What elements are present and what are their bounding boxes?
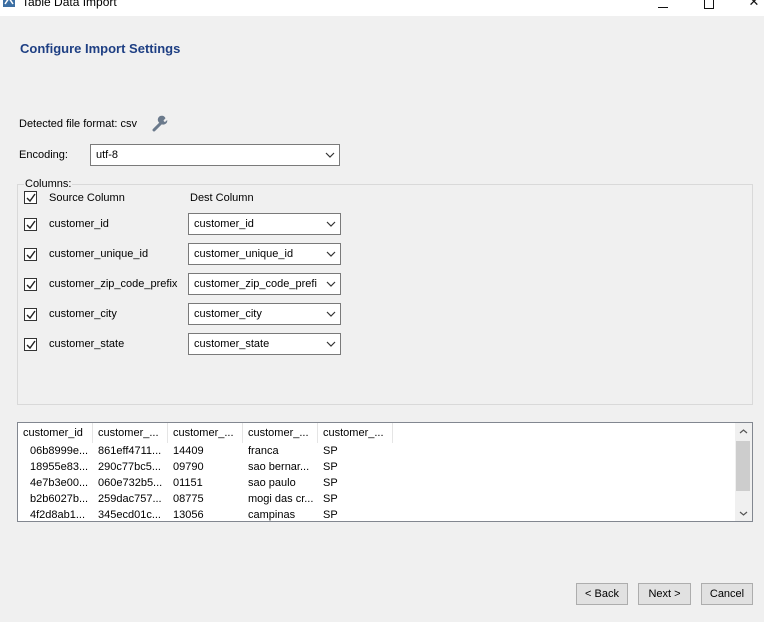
preview-cell: 09790 — [173, 461, 204, 473]
encoding-label: Encoding: — [19, 149, 68, 161]
preview-column-header[interactable]: customer_... — [243, 423, 318, 443]
preview-cell: SP — [323, 493, 338, 505]
preview-cell: mogi das cr... — [248, 493, 314, 505]
encoding-value: utf-8 — [96, 149, 119, 161]
preview-cell: b2b6027b... — [30, 493, 89, 505]
preview-cell: franca — [248, 445, 279, 457]
dest-column-select[interactable]: customer_id — [188, 213, 341, 235]
dest-column-select[interactable]: customer_state — [188, 333, 341, 355]
preview-cell: 4e7b3e00... — [30, 477, 89, 489]
detected-format-label: Detected file format: csv — [19, 118, 137, 130]
column-checkbox[interactable] — [24, 218, 37, 231]
preview-cell: 290c77bc5... — [98, 461, 161, 473]
scroll-down-icon[interactable] — [735, 505, 752, 521]
window-title: Table Data Import — [22, 0, 117, 9]
preview-table[interactable]: customer_id customer_... customer_... custo… — [17, 422, 753, 522]
preview-cell: 345ecd01c... — [98, 509, 161, 521]
dest-column-select[interactable]: customer_zip_code_prefi — [188, 273, 341, 295]
columns-group — [17, 184, 753, 405]
app-icon — [3, 0, 15, 7]
dest-column-value: customer_unique_id — [194, 248, 294, 260]
dest-column-value: customer_id — [194, 218, 254, 230]
source-column-name: customer_city — [49, 308, 117, 320]
dest-column-value: customer_zip_code_prefi — [194, 278, 317, 290]
dest-column-select[interactable]: customer_city — [188, 303, 341, 325]
source-column-name: customer_state — [49, 338, 125, 350]
source-column-name: customer_id — [49, 218, 109, 230]
close-icon[interactable]: ✕ — [742, 0, 764, 12]
preview-column-header[interactable]: customer_... — [93, 423, 168, 443]
column-checkbox[interactable] — [24, 338, 37, 351]
next-button[interactable]: Next > — [638, 583, 691, 605]
preview-cell: 18955e83... — [30, 461, 89, 473]
column-checkbox[interactable] — [24, 278, 37, 291]
preview-cell: SP — [323, 445, 338, 457]
preview-cell: 861eff4711... — [98, 445, 162, 457]
scroll-thumb[interactable] — [736, 441, 750, 491]
title-bar: Table Data Import ✕ — [0, 0, 764, 16]
preview-cell: SP — [323, 461, 338, 473]
preview-column-header[interactable]: customer_... — [168, 423, 243, 443]
source-column-name: customer_unique_id — [49, 248, 149, 260]
preview-column-header[interactable]: customer_... — [318, 423, 393, 443]
preview-cell: 13056 — [173, 509, 204, 521]
column-checkbox[interactable] — [24, 308, 37, 321]
select-all-checkbox[interactable] — [24, 191, 37, 204]
preview-cell: sao bernar... — [248, 461, 310, 473]
dest-column-value: customer_state — [194, 338, 270, 350]
cancel-button[interactable]: Cancel — [701, 583, 753, 605]
page-title: Configure Import Settings — [20, 41, 181, 56]
back-button[interactable]: < Back — [576, 583, 628, 605]
preview-cell: SP — [323, 477, 338, 489]
chevron-down-icon — [322, 304, 340, 324]
chevron-down-icon — [321, 145, 339, 165]
column-checkbox[interactable] — [24, 248, 37, 261]
preview-cell: 08775 — [173, 493, 204, 505]
encoding-select[interactable]: utf-8 — [90, 144, 340, 166]
preview-cell: 14409 — [173, 445, 204, 457]
chevron-down-icon — [322, 334, 340, 354]
minimize-icon[interactable] — [651, 0, 675, 12]
preview-cell: 060e732b5... — [98, 477, 163, 489]
preview-column-header[interactable]: customer_id — [18, 423, 93, 443]
chevron-down-icon — [322, 244, 340, 264]
preview-cell: sao paulo — [248, 477, 296, 489]
preview-cell: campinas — [248, 509, 296, 521]
preview-cell: SP — [323, 509, 338, 521]
preview-cell: 259dac757... — [98, 493, 162, 505]
chevron-down-icon — [322, 274, 340, 294]
columns-legend: Columns: — [24, 178, 73, 190]
scroll-up-icon[interactable] — [735, 423, 752, 439]
chevron-down-icon — [322, 214, 340, 234]
source-column-header: Source Column — [49, 192, 125, 204]
dest-column-header: Dest Column — [190, 192, 254, 204]
preview-cell: 4f2d8ab1... — [30, 509, 86, 521]
preview-cell: 06b8999e... — [30, 445, 89, 457]
dest-column-value: customer_city — [194, 308, 262, 320]
maximize-icon[interactable] — [697, 0, 721, 12]
dest-column-select[interactable]: customer_unique_id — [188, 243, 341, 265]
preview-cell: 01151 — [173, 477, 203, 489]
wrench-icon[interactable] — [151, 115, 169, 133]
source-column-name: customer_zip_code_prefix — [49, 278, 178, 290]
vertical-scrollbar[interactable] — [735, 423, 752, 521]
